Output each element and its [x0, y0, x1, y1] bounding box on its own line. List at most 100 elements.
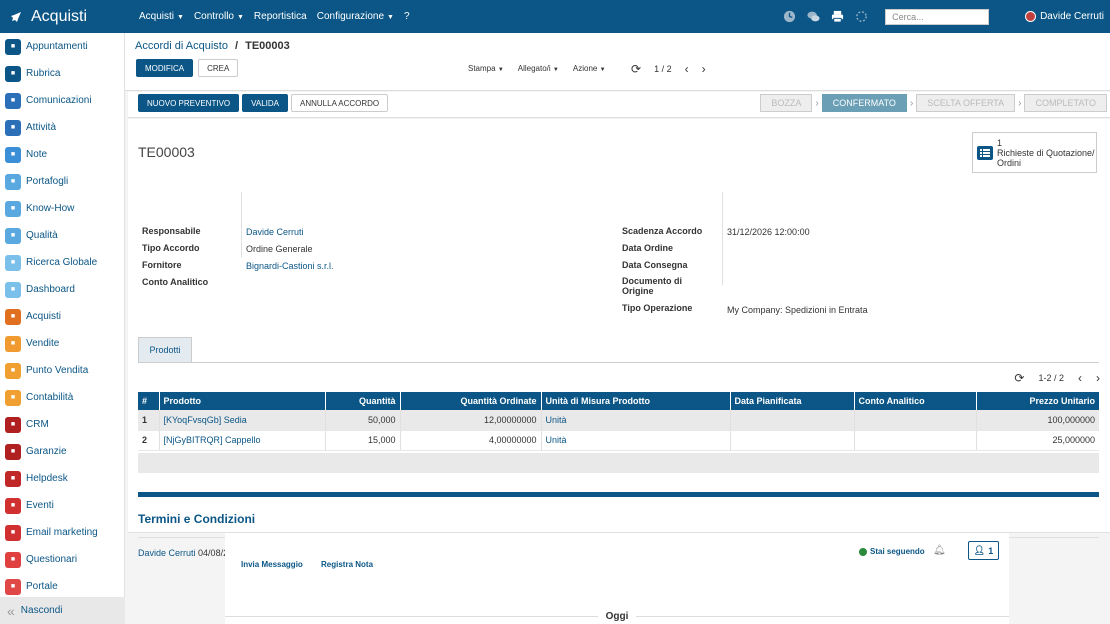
caret-down-icon: ▼: [497, 67, 504, 73]
chevron-right-icon[interactable]: ›: [702, 62, 706, 76]
app-brand[interactable]: Acquisti: [0, 0, 128, 33]
print-icon[interactable]: [827, 7, 847, 27]
table-row[interactable]: 2 [NjGyBITRQR] Cappello 15,000 4,0000000…: [138, 430, 1099, 451]
tab-products[interactable]: Prodotti: [138, 337, 192, 362]
sidebar-item-dashboard[interactable]: ■ Dashboard: [0, 276, 124, 303]
sidebar-item-contabilit-[interactable]: ■ Contabilità: [0, 384, 124, 411]
refresh-icon[interactable]: ⟳: [1014, 371, 1024, 385]
create-button[interactable]: CREA: [198, 59, 239, 77]
sidebar-item-email-marketing[interactable]: ■ Email marketing: [0, 519, 124, 546]
label-supplier: Fornitore: [142, 260, 182, 270]
sidebar-item-comunicazioni[interactable]: ■ Comunicazioni: [0, 87, 124, 114]
sidebar-item-questionari[interactable]: ■ Questionari: [0, 546, 124, 573]
sidebar-item-acquisti[interactable]: ■ Acquisti: [0, 303, 124, 330]
sidebar-item-vendite[interactable]: ■ Vendite: [0, 330, 124, 357]
cell-number: 2: [138, 430, 160, 451]
sidebar-item-portafogli[interactable]: ■ Portafogli: [0, 168, 124, 195]
sidebar-item-garanzie[interactable]: ■ Garanzie: [0, 438, 124, 465]
sidebar-item-note[interactable]: ■ Note: [0, 141, 124, 168]
spinner-icon[interactable]: [851, 7, 871, 27]
header-buttons: NUOVO PREVENTIVO VALIDA ANNULLA ACCORDO: [138, 94, 389, 112]
col-analytic-account[interactable]: Conto Analitico: [854, 392, 977, 410]
stage-completed[interactable]: COMPLETATO: [1024, 94, 1107, 112]
cell-product[interactable]: [NjGyBITRQR] Cappello: [159, 430, 326, 451]
col-product[interactable]: Prodotto: [159, 392, 326, 410]
followers-button[interactable]: 👤︎ 1: [968, 541, 999, 560]
field-operation-type[interactable]: My Company: Spedizioni in Entrata: [727, 305, 868, 315]
sidebar-item-punto-vendita[interactable]: ■ Punto Vendita: [0, 357, 124, 384]
app-title: Acquisti: [31, 7, 88, 25]
following-status[interactable]: Stai seguendo: [859, 547, 925, 556]
log-note-button[interactable]: Registra Nota: [321, 560, 373, 569]
field-deadline[interactable]: 31/12/2026 12:00:00: [727, 227, 810, 237]
attachment-dropdown[interactable]: Allegato/i ▼: [518, 64, 559, 73]
field-responsible[interactable]: Davide Cerruti: [246, 227, 304, 237]
label-source-document: Documento di Origine: [622, 276, 682, 296]
chat-bubbles-icon[interactable]: [803, 7, 823, 27]
bell-icon[interactable]: 🔔︎: [933, 545, 946, 556]
print-dropdown[interactable]: Stampa ▼: [468, 64, 504, 73]
chevron-right-icon[interactable]: ›: [1096, 371, 1100, 385]
list-pager-value[interactable]: 1-2 / 2: [1038, 373, 1064, 383]
sidebar-item-appuntamenti[interactable]: ■ Appuntamenti: [0, 33, 124, 60]
record-pager: ⟳ 1 / 2 ‹ ›: [631, 62, 706, 76]
user-menu[interactable]: Davide Cerruti: [1025, 11, 1104, 22]
col-ordered-quantity[interactable]: Quantità Ordinate: [400, 392, 542, 410]
cell-uom[interactable]: Unità: [541, 430, 731, 451]
col-quantity[interactable]: Quantità: [325, 392, 401, 410]
accounting-icon: ■: [5, 389, 21, 406]
clock-icon[interactable]: [779, 7, 799, 27]
new-quote-button[interactable]: NUOVO PREVENTIVO: [138, 94, 240, 112]
menu-controllo[interactable]: Controllo ▼: [194, 11, 244, 22]
pager-value[interactable]: 1 / 2: [654, 64, 672, 74]
menu-help[interactable]: ?: [404, 11, 410, 22]
stage-offer-choice[interactable]: SCELTA OFFERTA: [916, 94, 1016, 112]
action-dropdown[interactable]: Azione ▼: [573, 64, 606, 73]
smart-count: 1: [997, 137, 1003, 148]
refresh-icon[interactable]: ⟳: [631, 62, 641, 76]
edit-button[interactable]: MODIFICA: [136, 59, 194, 77]
table-row[interactable]: 1 [KYoqFvsqGb] Sedia 50,000 12,00000000 …: [138, 410, 1099, 431]
sidebar-item-crm[interactable]: ■ CRM: [0, 411, 124, 438]
search-input[interactable]: Cerca...: [885, 8, 990, 25]
chevron-left-icon[interactable]: ‹: [685, 62, 689, 76]
cell-uom[interactable]: Unità: [541, 410, 731, 431]
cell-product[interactable]: [KYoqFvsqGb] Sedia: [159, 410, 326, 431]
breadcrumb-parent[interactable]: Accordi di Acquisto: [135, 40, 228, 52]
sidebar-item-label: Dashboard: [26, 284, 75, 295]
sidebar-item-ricerca-globale[interactable]: ■ Ricerca Globale: [0, 249, 124, 276]
sidebar-item-portale[interactable]: ■ Portale: [0, 573, 124, 600]
cell-unit-price: 100,000000: [976, 410, 1099, 431]
user-icon: 👤︎: [973, 545, 986, 555]
sidebar-item-know-how[interactable]: ■ Know-How: [0, 195, 124, 222]
hide-sidebar-button[interactable]: « Nascondi: [0, 597, 125, 624]
col-planned-date[interactable]: Data Pianificata: [730, 392, 855, 410]
sidebar-item-attivit-[interactable]: ■ Attività: [0, 114, 124, 141]
cancel-agreement-button[interactable]: ANNULLA ACCORDO: [291, 94, 389, 112]
field-divider: [722, 192, 723, 285]
rfq-orders-smart-button[interactable]: 1 Richieste di Quotazione/ Ordini: [972, 132, 1097, 173]
stage-draft[interactable]: BOZZA: [760, 94, 813, 112]
today-label: Oggi: [597, 611, 637, 622]
field-supplier[interactable]: Bignardi-Castioni s.r.l.: [246, 261, 334, 271]
sidebar-item-rubrica[interactable]: ■ Rubrica: [0, 60, 124, 87]
send-message-button[interactable]: Invia Messaggio: [241, 560, 303, 569]
sidebar-item-eventi[interactable]: ■ Eventi: [0, 492, 124, 519]
menu-reportistica[interactable]: Reportistica: [254, 11, 307, 22]
menu-acquisti[interactable]: Acquisti ▼: [139, 11, 184, 22]
validate-button[interactable]: VALIDA: [242, 94, 288, 112]
col-unit-price[interactable]: Prezzo Unitario: [976, 392, 1099, 410]
sidebar-item-qualit-[interactable]: ■ Qualità: [0, 222, 124, 249]
stage-confirmed[interactable]: CONFERMATO: [821, 94, 907, 112]
col-uom[interactable]: Unità di Misura Prodotto: [541, 392, 731, 410]
chevron-left-icon[interactable]: ‹: [1078, 371, 1082, 385]
menu-configurazione[interactable]: Configurazione ▼: [317, 11, 394, 22]
field-agreement-type[interactable]: Ordine Generale: [246, 244, 313, 254]
warranty-icon: ■: [5, 443, 21, 460]
sidebar-item-helpdesk[interactable]: ■ Helpdesk: [0, 465, 124, 492]
rocket-icon: [11, 11, 21, 22]
col-number[interactable]: #: [138, 392, 160, 410]
label-responsible: Responsabile: [142, 226, 201, 236]
caret-down-icon: ▼: [236, 14, 244, 21]
editor-name[interactable]: Davide Cerruti: [138, 548, 196, 558]
